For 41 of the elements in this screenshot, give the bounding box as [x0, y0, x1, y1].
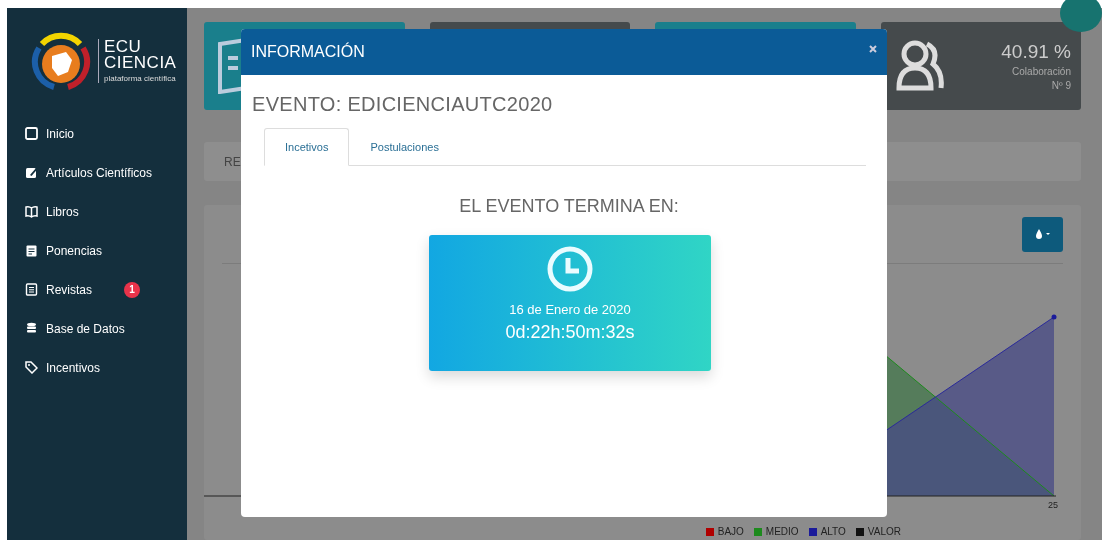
sidebar-item[interactable]: Artículos Científicos	[7, 153, 187, 192]
people-icon	[894, 38, 945, 94]
stat-value: 40.91 %	[1001, 41, 1071, 63]
database-icon	[25, 322, 38, 335]
legend-label: BAJO	[717, 526, 744, 537]
edit-icon	[25, 166, 38, 179]
tag-icon	[25, 361, 38, 374]
tab[interactable]: Incetivos	[264, 128, 350, 166]
countdown-title: EL EVENTO TERMINA EN:	[458, 196, 680, 217]
logo-subtitle: plataforma científica	[104, 74, 177, 83]
avatar-icon[interactable]	[1060, 0, 1102, 32]
notification-badge: 1	[124, 281, 140, 298]
countdown-timer: 0d:22h:50m:32s	[505, 322, 635, 343]
close-icon[interactable]	[869, 45, 877, 53]
stat-label: Colaboración	[1012, 66, 1071, 77]
sidebar-item[interactable]: Ponencias	[7, 231, 187, 270]
axis-label: 25	[1048, 500, 1058, 510]
logo-title: ECU	[104, 39, 143, 55]
logo-title: CIENCIA	[104, 55, 177, 71]
calendar-icon	[25, 244, 38, 257]
drop-icon	[1034, 228, 1051, 240]
legend-label: ALTO	[820, 526, 846, 537]
clock-icon	[546, 245, 594, 293]
square-icon	[25, 127, 38, 140]
tab[interactable]: Postulaciones	[349, 128, 460, 166]
event-heading: EVENTO: EDICIENCIAUTC2020	[252, 93, 554, 116]
sidebar-item[interactable]: Libros	[7, 192, 187, 231]
event-date: 16 de Enero de 2020	[509, 302, 631, 317]
book-icon	[25, 205, 38, 218]
color-dropdown-button[interactable]	[1022, 216, 1063, 252]
legend-label: MEDIO	[765, 526, 799, 537]
sidebar-item[interactable]: Incentivos	[7, 348, 187, 387]
stat-count: Nº 9	[1051, 80, 1071, 91]
document-icon	[25, 283, 38, 296]
legend-label: VALOR	[867, 526, 901, 537]
sidebar-item[interactable]: Revistas 1	[7, 270, 187, 309]
report-title: RE	[224, 154, 241, 169]
logo-icon	[30, 30, 92, 92]
sidebar-item[interactable]: Base de Datos	[7, 309, 187, 348]
dialog-title: INFORMACIÓN	[251, 43, 365, 61]
sidebar-item[interactable]: Inicio	[7, 114, 187, 153]
